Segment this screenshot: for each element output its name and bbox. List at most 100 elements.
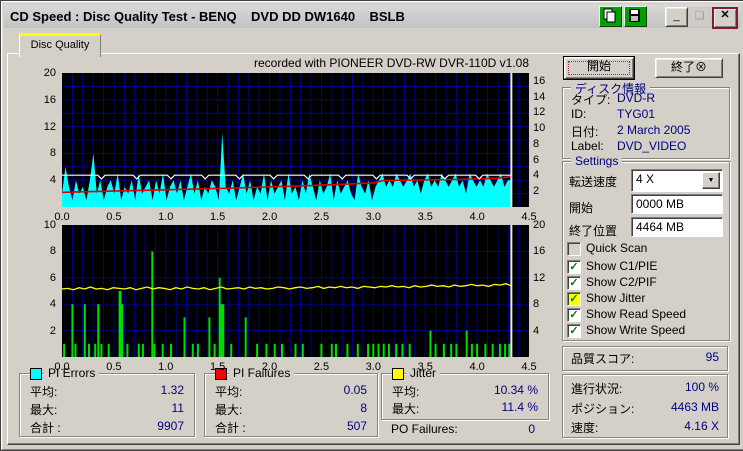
x-axis-tick-label: 0.0	[54, 361, 70, 373]
left-axis-tick-label: 8	[49, 245, 56, 258]
end-pos-label: 終了位置	[569, 224, 618, 238]
pi-failures-total-label: 合計 :	[215, 421, 246, 435]
right-axis-tick-label: 20	[533, 219, 546, 231]
x-axis-tick-label: 4.0	[469, 211, 485, 223]
disc-label-value: DVD_VIDEO	[617, 139, 687, 153]
maximize-button: ❏	[688, 7, 711, 27]
left-axis-tick-label: 20	[43, 67, 56, 79]
disc-type-value: DVD-R	[617, 91, 655, 105]
tab-disc-quality[interactable]: Disc Quality	[19, 33, 101, 57]
quality-score-row: 品質スコア: 95	[571, 350, 719, 367]
x-axis-tick-label: 4.0	[469, 361, 485, 373]
quality-score-value: 95	[705, 350, 719, 364]
show-jitter-checkbox[interactable]: ✓	[567, 292, 581, 306]
right-axis-tick-label: 8	[533, 298, 540, 311]
right-axis-tick-label: 16	[533, 74, 546, 87]
close-button[interactable]: ✕	[712, 7, 738, 29]
pi-errors-max-label: 最大:	[30, 403, 58, 417]
show-c1-pie-checkbox[interactable]: ✓	[567, 260, 581, 274]
x-axis-tick-label: 4.5	[521, 361, 537, 373]
disc-label-row: Label: DVD_VIDEO	[571, 139, 687, 153]
right-axis-tick-label: 14	[533, 90, 546, 103]
x-axis-tick-label: 3.0	[365, 361, 381, 373]
end-pos-input[interactable]: 4464 MB	[631, 217, 723, 237]
right-axis-tick-label: 2	[533, 185, 540, 198]
copy-to-clipboard-button[interactable]	[599, 6, 622, 27]
start-pos-input[interactable]: 0000 MB	[631, 194, 723, 214]
right-axis-tick-label: 10	[533, 122, 546, 135]
position-value: 4463 MB	[670, 400, 719, 414]
left-axis-tick-label: 2	[49, 324, 56, 337]
left-axis-tick-label: 12	[43, 120, 56, 133]
x-axis-tick-label: 1.5	[210, 211, 226, 223]
right-axis-tick-label: 4	[533, 169, 540, 182]
speed-value: 4 X	[636, 172, 655, 186]
pi-errors-swatch	[30, 368, 42, 380]
pi-failures-avg-label: 平均:	[215, 385, 243, 399]
speed-row: 速度: 4.16 X	[571, 419, 719, 435]
left-axis-tick-label: 16	[43, 93, 56, 106]
pi-errors-panel: PI Errors 平均: 1.32 最大: 11 合計 :9907	[19, 366, 195, 437]
x-axis-tick-label: 2.0	[261, 361, 278, 373]
pi-failures-jitter-chart	[62, 225, 529, 357]
jitter-max-label: 最大:	[392, 402, 420, 416]
right-axis-tick-label: 16	[533, 245, 546, 258]
start-pos-label: 開始	[569, 201, 594, 215]
disc-id-row: ID: TYG01	[571, 107, 656, 121]
jitter-panel: Jitter 平均: 10.34 % 最大: 11.4 %	[381, 366, 549, 420]
x-axis-tick-label: 3.0	[365, 211, 381, 223]
right-axis-tick-label: 12	[533, 106, 546, 119]
right-axis-tick-label: 8	[533, 137, 540, 150]
exit-button[interactable]: 終了⊗	[655, 58, 723, 78]
left-axis-tick-label: 10	[43, 219, 56, 231]
save-button[interactable]	[624, 6, 647, 27]
left-axis-tick-label: 6	[49, 271, 56, 284]
x-axis-tick-label: 3.5	[417, 361, 433, 373]
start-button[interactable]: 開始	[563, 56, 635, 80]
x-axis-tick-label: 2.5	[313, 361, 330, 373]
x-axis-tick-label: 0.5	[106, 211, 122, 223]
speed-value: 4.16 X	[684, 419, 719, 433]
left-axis-tick-label: 4	[49, 174, 56, 187]
pi-errors-chart-canvas	[62, 73, 529, 207]
disc-id-value: TYG01	[617, 107, 656, 121]
copy-icon	[603, 8, 616, 23]
disc-date-value: 2 March 2005	[617, 123, 691, 137]
show-c2-pif-checkbox[interactable]: ✓	[567, 276, 581, 290]
chevron-down-icon[interactable]: ▼	[702, 172, 720, 189]
settings-title: Settings	[571, 154, 623, 168]
position-row: ポジション: 4463 MB	[571, 400, 719, 416]
show-write-speed-checkbox[interactable]: ✓	[567, 324, 581, 338]
quick-scan-checkbox[interactable]	[567, 242, 581, 256]
pi-failures-panel: PI Failures 平均: 0.05 最大: 8 合計 :507	[204, 366, 378, 437]
start-button-label: 開始	[586, 59, 611, 73]
pi-errors-avg-label: 平均:	[30, 385, 58, 399]
po-failures-value: 0	[528, 422, 535, 436]
x-axis-tick-label: 1.0	[158, 361, 174, 373]
pi-failures-avg-value: 0.05	[343, 383, 367, 397]
disc-type-row: タイプ: DVD-R	[571, 91, 655, 107]
po-failures-row: PO Failures: 0	[391, 422, 541, 436]
pi-failures-max-value: 8	[360, 401, 367, 415]
x-axis-tick-label: 1.5	[210, 361, 226, 373]
exit-button-label: 終了⊗	[670, 60, 708, 74]
exit-icon: ⊗	[695, 60, 708, 74]
minimize-button[interactable]: _	[665, 7, 688, 27]
progress-row: 進行状況: 100 %	[571, 380, 719, 396]
right-axis-tick-label: 4	[533, 324, 540, 337]
progress-value: 100 %	[684, 380, 719, 394]
x-axis-tick-label: 2.5	[313, 211, 330, 223]
x-axis-tick-label: 2.0	[261, 211, 278, 223]
pi-failures-max-label: 最大:	[215, 403, 243, 417]
chart-header: recorded with PIONEER DVD-RW DVR-110D v1…	[254, 56, 529, 70]
speed-combobox[interactable]: 4 X ▼	[631, 169, 723, 192]
show-read-speed-checkbox[interactable]: ✓	[567, 308, 581, 322]
pi-failures-total-value: 507	[346, 419, 367, 433]
jitter-avg-label: 平均:	[392, 385, 420, 399]
speed-label: 転送速度	[569, 175, 618, 189]
x-axis-tick-label: 0.5	[106, 361, 122, 373]
save-icon	[629, 9, 640, 22]
pi-failures-chart-canvas	[62, 225, 529, 357]
pi-errors-total-value: 9907	[157, 419, 184, 433]
right-axis-tick-label: 12	[533, 271, 546, 284]
